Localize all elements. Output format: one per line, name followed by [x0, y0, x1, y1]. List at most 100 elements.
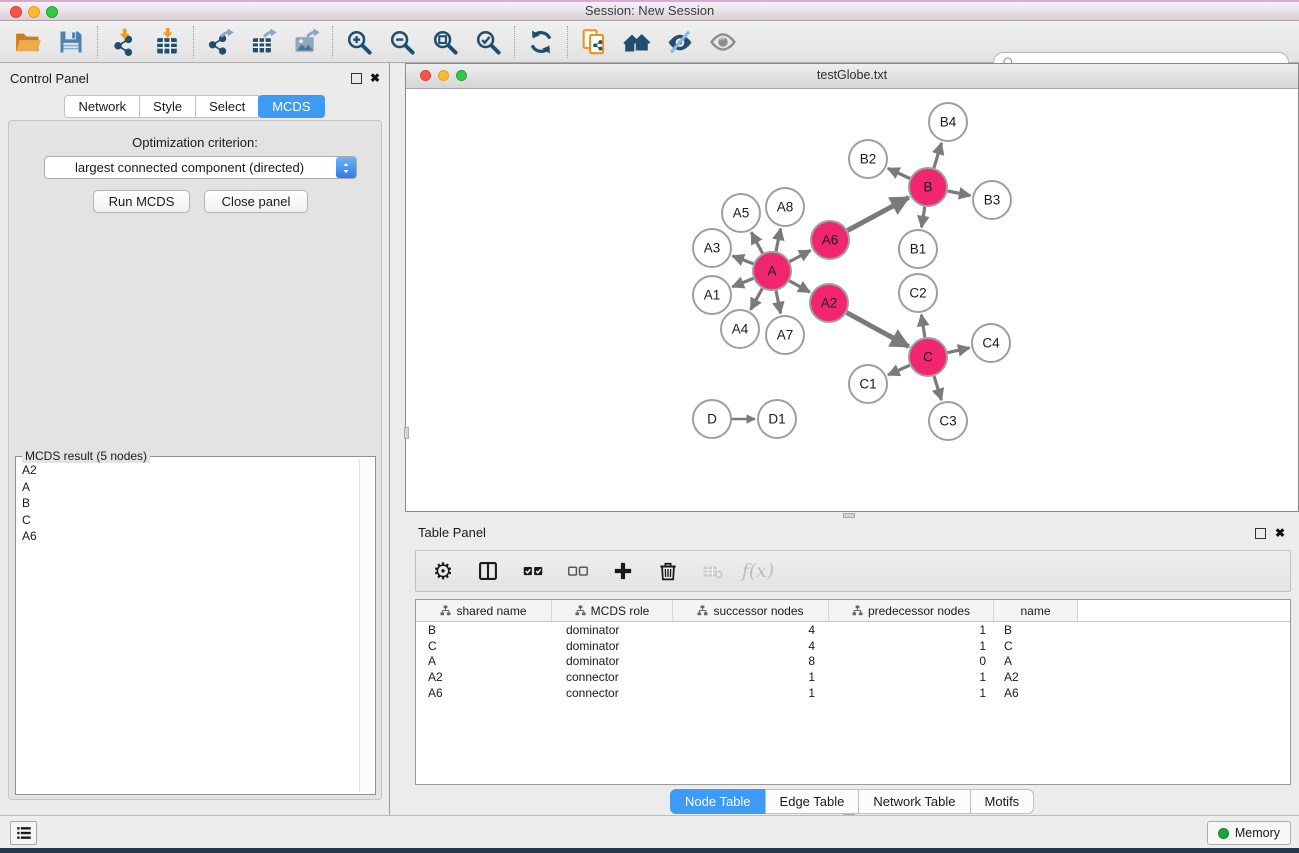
table-row[interactable]: Bdominator41B: [416, 622, 1290, 638]
tab-network[interactable]: Network: [64, 95, 140, 118]
task-history-button[interactable]: [10, 821, 37, 845]
column-header-MCDS-role[interactable]: MCDS role: [552, 600, 673, 621]
graph-node-B1[interactable]: B1: [899, 230, 937, 268]
graph-node-A[interactable]: A: [753, 252, 791, 290]
graph-edge-B-B1[interactable]: [922, 207, 925, 228]
zoom-fit-icon[interactable]: [430, 27, 460, 57]
import-table-icon[interactable]: [152, 27, 182, 57]
network-minimize-button[interactable]: [438, 70, 449, 81]
graph-node-B2[interactable]: B2: [849, 140, 887, 178]
graph-node-A1[interactable]: A1: [693, 276, 731, 314]
graph-node-D1[interactable]: D1: [758, 400, 796, 438]
mcds-result-item[interactable]: A: [22, 479, 358, 496]
save-session-icon[interactable]: [56, 27, 86, 57]
close-panel-button[interactable]: Close panel: [204, 190, 308, 213]
mcds-result-item[interactable]: C: [22, 512, 358, 529]
tab-motifs[interactable]: Motifs: [970, 789, 1035, 814]
tab-node-table[interactable]: Node Table: [670, 789, 766, 814]
minimize-window-button[interactable]: [28, 6, 40, 18]
run-mcds-button[interactable]: Run MCDS: [93, 190, 190, 213]
graph-node-C1[interactable]: C1: [849, 365, 887, 403]
close-window-button[interactable]: [10, 6, 22, 18]
memory-button[interactable]: Memory: [1207, 821, 1291, 845]
graph-edge-A-A4[interactable]: [751, 289, 763, 310]
export-table-icon[interactable]: [248, 27, 278, 57]
graph-edge-B-B4[interactable]: [934, 143, 942, 168]
export-network-icon[interactable]: [205, 27, 235, 57]
graph-edge-A-A1[interactable]: [732, 278, 753, 286]
add-column-icon[interactable]: [610, 558, 636, 584]
zoom-selected-icon[interactable]: [473, 27, 503, 57]
network-close-button[interactable]: [420, 70, 431, 81]
delete-columns-icon[interactable]: [655, 558, 681, 584]
deselect-all-rows-icon[interactable]: [565, 558, 591, 584]
table-row[interactable]: A2connector11A2: [416, 669, 1290, 685]
graph-edge-B-B2[interactable]: [888, 168, 910, 178]
graph-node-A6[interactable]: A6: [811, 221, 849, 259]
graph-node-A7[interactable]: A7: [766, 316, 804, 354]
tab-edge-table[interactable]: Edge Table: [765, 789, 860, 814]
close-table-panel-icon[interactable]: ✖: [1275, 527, 1285, 539]
graph-node-A3[interactable]: A3: [693, 229, 731, 267]
graph-edge-A6-B[interactable]: [848, 198, 909, 231]
graph-edge-A2-C[interactable]: [847, 313, 909, 347]
column-header-predecessor-nodes[interactable]: predecessor nodes: [829, 600, 994, 621]
table-row[interactable]: Cdominator41C: [416, 638, 1290, 654]
graph-edge-A-A6[interactable]: [790, 250, 811, 261]
graph-node-D[interactable]: D: [693, 400, 731, 438]
graph-edge-A-A3[interactable]: [733, 256, 754, 264]
graph-node-C[interactable]: C: [909, 338, 947, 376]
float-table-panel-icon[interactable]: [1255, 528, 1266, 539]
tab-select[interactable]: Select: [195, 95, 259, 118]
graph-node-A5[interactable]: A5: [722, 194, 760, 232]
graph-edge-A-A5[interactable]: [751, 232, 762, 253]
graph-edge-B-B3[interactable]: [948, 191, 971, 196]
mcds-result-item[interactable]: A6: [22, 528, 358, 545]
export-image-icon[interactable]: [291, 27, 321, 57]
home-networks-icon[interactable]: [622, 27, 652, 57]
column-header-successor-nodes[interactable]: successor nodes: [673, 600, 829, 621]
graph-node-A8[interactable]: A8: [766, 188, 804, 226]
mcds-result-item[interactable]: A2: [22, 462, 358, 479]
result-list-scrollbar[interactable]: [359, 459, 373, 792]
zoom-in-icon[interactable]: [344, 27, 374, 57]
graph-edge-C-C1[interactable]: [888, 365, 910, 375]
graph-node-B4[interactable]: B4: [929, 103, 967, 141]
graph-node-A4[interactable]: A4: [721, 310, 759, 348]
column-header-name[interactable]: name: [994, 600, 1078, 621]
new-network-from-selection-icon[interactable]: [579, 27, 609, 57]
graph-node-B[interactable]: B: [909, 168, 947, 206]
graph-edge-A-A7[interactable]: [776, 291, 781, 314]
close-panel-icon[interactable]: ✖: [370, 72, 380, 84]
tab-style[interactable]: Style: [139, 95, 196, 118]
table-row[interactable]: A6connector11A6: [416, 685, 1290, 701]
show-columns-icon[interactable]: [475, 558, 501, 584]
refresh-network-icon[interactable]: [526, 27, 556, 57]
network-window-titlebar[interactable]: testGlobe.txt: [406, 64, 1298, 89]
table-options-icon[interactable]: ⚙: [430, 558, 456, 584]
graph-edge-C-C4[interactable]: [948, 348, 970, 353]
graph-edge-C-C3[interactable]: [934, 376, 941, 400]
mcds-result-list[interactable]: A2ABCA6: [19, 461, 358, 791]
tab-network-table[interactable]: Network Table: [858, 789, 970, 814]
zoom-window-button[interactable]: [46, 6, 58, 18]
table-row[interactable]: Adominator80A: [416, 654, 1290, 670]
hide-graphics-details-icon[interactable]: [665, 27, 695, 57]
tab-mcds[interactable]: MCDS: [258, 95, 324, 118]
show-graphics-details-icon[interactable]: [708, 27, 738, 57]
network-canvas[interactable]: B4B2BB3A8A5A6A3B1AC2A1A2A4A7C4CC1C3DD1: [406, 89, 1298, 511]
graph-edge-C-C2[interactable]: [921, 315, 925, 338]
graph-node-B3[interactable]: B3: [973, 181, 1011, 219]
graph-node-C3[interactable]: C3: [929, 402, 967, 440]
import-network-icon[interactable]: [109, 27, 139, 57]
open-session-icon[interactable]: [13, 27, 43, 57]
column-header-shared-name[interactable]: shared name: [416, 600, 552, 621]
zoom-out-icon[interactable]: [387, 27, 417, 57]
select-all-rows-icon[interactable]: [520, 558, 546, 584]
graph-edge-A-A2[interactable]: [789, 281, 809, 292]
vertical-splitter-handle[interactable]: [404, 427, 409, 439]
mcds-result-item[interactable]: B: [22, 495, 358, 512]
graph-edge-A-A8[interactable]: [776, 229, 781, 252]
horizontal-splitter-handle[interactable]: [843, 513, 855, 518]
optimization-criterion-select[interactable]: largest connected component (directed): [44, 156, 357, 179]
